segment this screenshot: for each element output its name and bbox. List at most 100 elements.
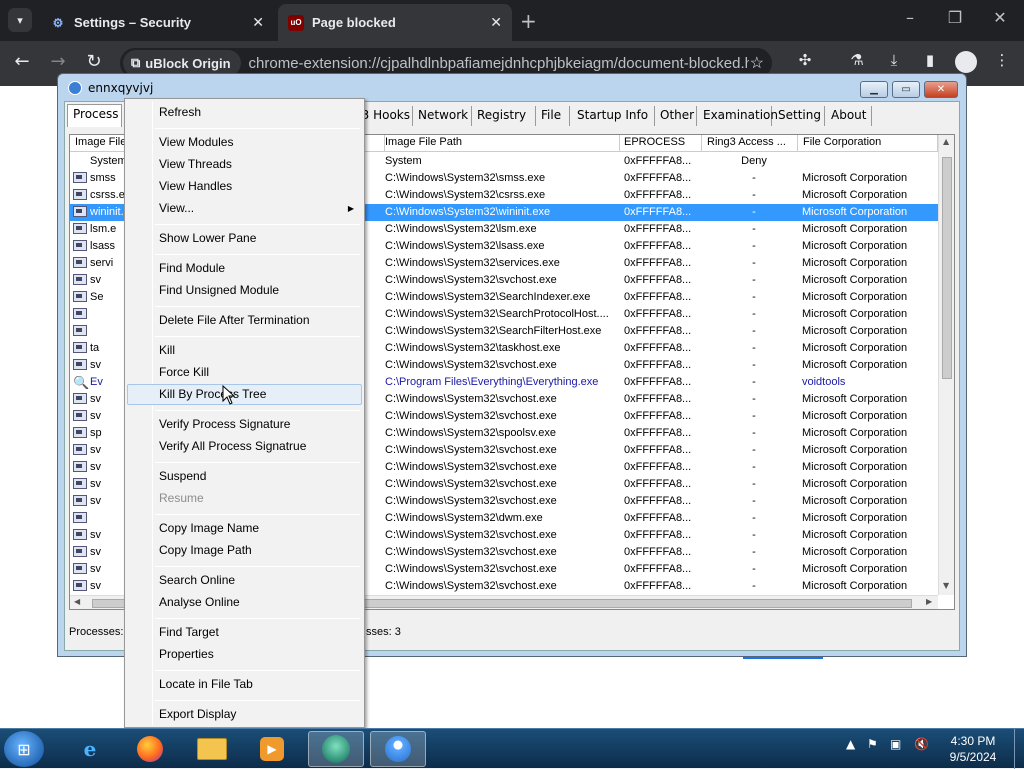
menu-item-view-handles[interactable]: View Handles <box>127 176 362 197</box>
app-active-icon[interactable] <box>308 731 364 767</box>
menu-item-verify-process-signature[interactable]: Verify Process Signature <box>127 414 362 435</box>
row-image-path: C:\Windows\System32\svchost.exe <box>385 580 557 592</box>
clock[interactable]: 4:30 PM 9/5/2024 <box>938 733 1008 765</box>
menu-item-kill-by-process-tree[interactable]: Kill By Process Tree <box>127 384 362 405</box>
menu-item-label: View Handles <box>159 179 233 193</box>
maximize-button[interactable]: ▭ <box>892 81 920 98</box>
close-tab-icon[interactable]: ✕ <box>252 14 264 31</box>
menu-item-find-unsigned-module[interactable]: Find Unsigned Module <box>127 280 362 301</box>
new-tab-icon[interactable]: + <box>520 9 537 33</box>
extensions-icon[interactable]: ✣ <box>793 51 817 75</box>
labs-flask-icon[interactable]: ⚗ <box>845 51 869 75</box>
tab-settings-security[interactable]: ⚙ Settings – Security ✕ <box>40 4 274 41</box>
vertical-scroll-thumb[interactable] <box>942 157 952 379</box>
close-button[interactable]: ✕ <box>924 81 958 98</box>
row-image-path: C:\Windows\System32\svchost.exe <box>385 393 557 405</box>
flag-icon[interactable]: ⚑ <box>867 737 878 751</box>
menu-item-kill[interactable]: Kill <box>127 340 362 361</box>
restore-icon[interactable]: ❐ <box>940 8 970 27</box>
tab-startup-info[interactable]: Startup Info <box>572 106 655 126</box>
bookmark-star-icon[interactable]: ☆ <box>750 53 764 73</box>
scroll-right-icon[interactable]: ▶ <box>926 597 932 606</box>
download-icon[interactable]: ⤓ <box>882 51 906 75</box>
reload-icon[interactable]: ↻ <box>82 51 106 72</box>
close-tab-icon[interactable]: ✕ <box>490 14 502 31</box>
menu-separator <box>155 462 360 463</box>
row-ring3-access: - <box>752 478 756 490</box>
app-icon[interactable] <box>370 731 426 767</box>
menu-item-properties[interactable]: Properties <box>127 644 362 665</box>
menu-item-copy-image-path[interactable]: Copy Image Path <box>127 540 362 561</box>
menu-item-resume[interactable]: Resume <box>127 488 362 509</box>
tab-about[interactable]: About <box>826 106 872 126</box>
app-icon <box>68 81 82 95</box>
process-icon <box>73 274 89 287</box>
clock-date: 9/5/2024 <box>949 750 997 764</box>
tab-page-blocked[interactable]: uO Page blocked ✕ <box>278 4 512 41</box>
tab-examination[interactable]: Examination <box>698 106 778 126</box>
tab-search-button[interactable]: ▾ <box>8 8 32 32</box>
menu-item-copy-image-name[interactable]: Copy Image Name <box>127 518 362 539</box>
row-file-corporation: Microsoft Corporation <box>802 461 908 473</box>
row-image-path: C:\Windows\System32\wininit.exe <box>385 206 551 218</box>
firefox-icon[interactable] <box>122 731 178 767</box>
menu-item-suspend[interactable]: Suspend <box>127 466 362 487</box>
col-image-file-path[interactable]: Image File Path <box>380 135 620 152</box>
forward-icon[interactable]: → <box>46 51 70 72</box>
row-image-path: C:\Windows\System32\services.exe <box>385 257 560 269</box>
menu-separator <box>155 336 360 337</box>
volume-muted-icon[interactable]: 🔇 <box>914 737 929 751</box>
menu-item-view-threads[interactable]: View Threads <box>127 154 362 175</box>
menu-separator <box>155 128 360 129</box>
side-panel-icon[interactable]: ▮ <box>918 51 942 75</box>
gear-icon: ⚙ <box>52 15 64 30</box>
menu-item-locate-in-file-tab[interactable]: Locate in File Tab <box>127 674 362 695</box>
minimize-icon[interactable]: – <box>895 8 925 27</box>
tab-process[interactable]: Process <box>67 104 122 127</box>
minimize-button[interactable]: ▁ <box>860 81 888 98</box>
menu-item-search-online[interactable]: Search Online <box>127 570 362 591</box>
menu-item-delete-file-after-termination[interactable]: Delete File After Termination <box>127 310 362 331</box>
profile-avatar[interactable] <box>955 51 977 73</box>
media-player-icon[interactable]: ▶ <box>244 731 300 767</box>
menu-item-view-modules[interactable]: View Modules <box>127 132 362 153</box>
vertical-scrollbar[interactable]: ▲ ▼ <box>938 135 954 595</box>
row-image-path: C:\Windows\System32\lsass.exe <box>385 240 545 252</box>
scroll-down-icon[interactable]: ▼ <box>943 581 949 590</box>
col-eprocess[interactable]: EPROCESS <box>619 135 702 152</box>
start-button[interactable]: ⊞ <box>4 731 44 767</box>
menu-item-export-display[interactable]: Export Display <box>127 704 362 725</box>
menu-item-find-module[interactable]: Find Module <box>127 258 362 279</box>
menu-item-view[interactable]: View... ▶ <box>127 198 362 219</box>
menu-separator <box>155 514 360 515</box>
tab-setting[interactable]: Setting <box>773 106 825 126</box>
tab-registry[interactable]: Registry <box>472 106 536 126</box>
ie-icon[interactable]: e <box>62 731 118 767</box>
menu-item-label: Kill <box>159 343 176 357</box>
col-file-corporation[interactable]: File Corporation <box>798 135 938 152</box>
scroll-left-icon[interactable]: ◀ <box>74 597 80 606</box>
show-desktop-button[interactable] <box>1014 729 1024 769</box>
tab-other[interactable]: Other <box>655 106 697 126</box>
tab-network[interactable]: Network <box>413 106 472 126</box>
menu-item-refresh[interactable]: Refresh <box>127 102 362 123</box>
menu-kebab-icon[interactable]: ⋮ <box>990 51 1014 75</box>
scroll-up-icon[interactable]: ▲ <box>943 137 949 146</box>
tab-file[interactable]: File <box>536 106 570 126</box>
network-icon[interactable]: ▣ <box>890 737 901 751</box>
process-icon <box>73 427 89 440</box>
col-ring3-access[interactable]: Ring3 Access ... <box>702 135 798 152</box>
menu-item-show-lower-pane[interactable]: Show Lower Pane <box>127 228 362 249</box>
tab-ring3-hooks[interactable]: Ring3 Hooks <box>335 106 413 126</box>
menu-item-verify-all-process-signatrue[interactable]: Verify All Process Signatrue <box>127 436 362 457</box>
row-ring3-access: - <box>752 223 756 235</box>
menu-item-force-kill[interactable]: Force Kill <box>127 362 362 383</box>
process-icon <box>73 359 89 372</box>
back-icon[interactable]: ← <box>10 51 34 72</box>
row-ring3-access: - <box>752 308 756 320</box>
show-hidden-icons-icon[interactable]: ▲ <box>846 737 855 751</box>
explorer-icon[interactable] <box>184 731 240 767</box>
menu-item-analyse-online[interactable]: Analyse Online <box>127 592 362 613</box>
close-window-icon[interactable]: ✕ <box>985 8 1015 27</box>
menu-item-find-target[interactable]: Find Target <box>127 622 362 643</box>
